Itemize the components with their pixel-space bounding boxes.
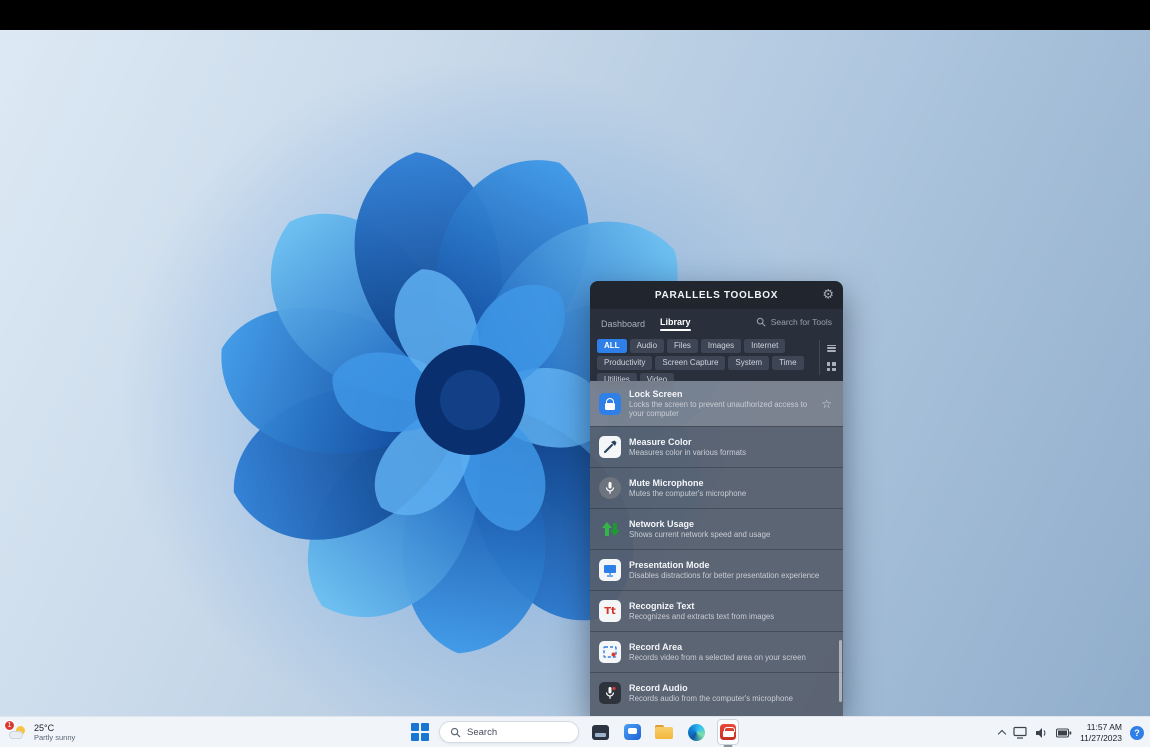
network-arrows-icon — [599, 518, 621, 540]
taskbar-clock[interactable]: 11:57 AM 11/27/2023 — [1080, 722, 1122, 743]
tray-expand-chevron-icon[interactable] — [998, 730, 1006, 738]
taskbar-search-box[interactable]: Search — [439, 721, 579, 743]
recognize-text-icon: Tt — [599, 600, 621, 622]
edge-browser-icon[interactable] — [685, 719, 707, 745]
help-badge[interactable]: ? — [1130, 726, 1144, 740]
tool-row-mute-microphone[interactable]: Mute Microphone Mutes the computer's mic… — [590, 467, 843, 508]
tool-description: Measures color in various formats — [629, 448, 834, 457]
tool-name: Lock Screen — [629, 389, 811, 400]
display-tray-icon[interactable] — [1013, 726, 1027, 739]
filter-chip-audio[interactable]: Audio — [630, 339, 664, 353]
tool-row-lock-screen[interactable]: Lock Screen Locks the screen to prevent … — [590, 381, 843, 426]
tab-bar: Dashboard Library Search for Tools — [590, 309, 843, 334]
lock-icon — [599, 393, 621, 415]
screen: PARALLELS TOOLBOX ⚙ Dashboard Library Se… — [0, 0, 1150, 747]
filter-chip-files[interactable]: Files — [667, 339, 698, 353]
filter-chip-all[interactable]: ALL — [597, 339, 627, 353]
battery-tray-icon[interactable] — [1056, 727, 1072, 739]
weather-condition: Partly sunny — [34, 733, 75, 742]
tool-row-record-audio[interactable]: Record Audio Records audio from the comp… — [590, 672, 843, 713]
taskbar: 1 25°C Partly sunny Search — [0, 716, 1150, 747]
tool-row-record-area[interactable]: Record Area Records video from a selecte… — [590, 631, 843, 672]
desktop-wallpaper — [0, 30, 1150, 716]
system-tray: 11:57 AM 11/27/2023 ? — [999, 717, 1144, 747]
volume-tray-icon[interactable] — [1035, 727, 1048, 739]
tool-name: Record Audio — [629, 683, 834, 694]
tools-search-input[interactable]: Search for Tools — [756, 317, 832, 327]
tool-name: Presentation Mode — [629, 560, 834, 571]
tool-description: Recognizes and extracts text from images — [629, 612, 834, 621]
microphone-icon — [599, 477, 621, 499]
tool-name: Recognize Text — [629, 601, 834, 612]
chat-icon[interactable] — [621, 719, 643, 745]
presentation-icon — [599, 559, 621, 581]
scrollbar-thumb[interactable] — [839, 640, 842, 702]
parallels-toolbox-taskbar-icon[interactable] — [717, 719, 739, 745]
tab-library[interactable]: Library — [660, 313, 691, 331]
window-title: PARALLELS TOOLBOX — [655, 290, 778, 301]
file-explorer-icon[interactable] — [653, 719, 675, 745]
clock-date: 11/27/2023 — [1080, 733, 1122, 744]
tool-description: Records audio from the computer's microp… — [629, 694, 834, 703]
clock-time: 11:57 AM — [1080, 722, 1122, 733]
tool-description: Records video from a selected area on yo… — [629, 653, 834, 662]
tool-row-presentation-mode[interactable]: Presentation Mode Disables distractions … — [590, 549, 843, 590]
weather-temp: 25°C — [34, 723, 75, 734]
tool-row-recognize-text[interactable]: Tt Recognize Text Recognizes and extract… — [590, 590, 843, 631]
tool-row-network-usage[interactable]: Network Usage Shows current network spee… — [590, 508, 843, 549]
tool-description: Mutes the computer's microphone — [629, 489, 834, 498]
record-area-icon — [599, 641, 621, 663]
filter-chip-productivity[interactable]: Productivity — [597, 356, 652, 370]
tool-name: Measure Color — [629, 437, 834, 448]
tool-name: Record Area — [629, 642, 834, 653]
weather-widget[interactable]: 1 25°C Partly sunny — [8, 717, 75, 747]
list-view-icon[interactable] — [827, 343, 836, 353]
tool-description: Locks the screen to prevent unauthorized… — [629, 400, 811, 419]
search-placeholder: Search for Tools — [771, 317, 832, 327]
notification-badge: 1 — [4, 720, 15, 731]
start-button[interactable] — [411, 723, 429, 741]
taskbar-center: Search — [411, 717, 739, 747]
filter-chip-time[interactable]: Time — [772, 356, 803, 370]
settings-gear-icon[interactable]: ⚙ — [822, 289, 834, 302]
parallels-toolbox-window: PARALLELS TOOLBOX ⚙ Dashboard Library Se… — [590, 281, 843, 716]
filter-chip-internet[interactable]: Internet — [744, 339, 785, 353]
window-titlebar[interactable]: PARALLELS TOOLBOX ⚙ — [590, 281, 843, 309]
tool-row-measure-color[interactable]: Measure Color Measures color in various … — [590, 426, 843, 467]
grid-view-icon[interactable] — [827, 362, 836, 371]
tool-name: Network Usage — [629, 519, 834, 530]
record-audio-icon — [599, 682, 621, 704]
search-icon — [756, 317, 766, 327]
category-filter-bar: ALL Audio Files Images Internet Producti… — [590, 334, 843, 381]
bloom-wallpaper-art — [0, 30, 1150, 716]
filter-chip-system[interactable]: System — [728, 356, 769, 370]
letterbox-top — [0, 0, 1150, 30]
tool-description: Shows current network speed and usage — [629, 530, 834, 539]
weather-icon: 1 — [8, 724, 28, 742]
eyedropper-icon — [599, 436, 621, 458]
favorite-star-icon[interactable]: ☆ — [819, 397, 834, 411]
filter-chip-images[interactable]: Images — [701, 339, 741, 353]
tool-description: Disables distractions for better present… — [629, 571, 834, 580]
tab-dashboard[interactable]: Dashboard — [601, 315, 645, 329]
search-label: Search — [467, 727, 497, 738]
tool-name: Mute Microphone — [629, 478, 834, 489]
tool-list: Lock Screen Locks the screen to prevent … — [590, 381, 843, 716]
filter-chip-screen-capture[interactable]: Screen Capture — [655, 356, 725, 370]
search-icon — [450, 727, 461, 738]
app-window-icon[interactable] — [589, 719, 611, 745]
